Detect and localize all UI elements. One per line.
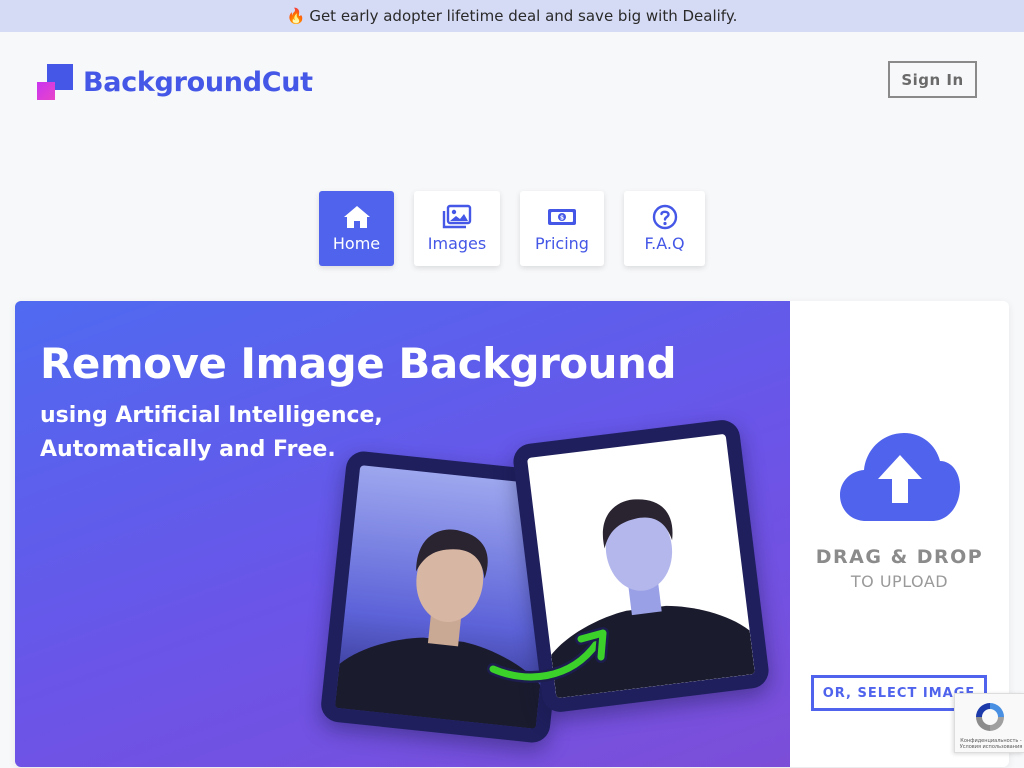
drag-drop-subtitle: TO UPLOAD <box>850 572 949 591</box>
brand-name: BackgroundCut <box>83 66 313 98</box>
arrow-icon <box>487 627 609 683</box>
recaptcha-icon <box>976 703 1004 731</box>
hero-section: Remove Image Background using Artificial… <box>15 301 1009 767</box>
nav-item-pricing[interactable]: $ Pricing <box>520 191 604 266</box>
header: BackgroundCut Sign In <box>0 32 1024 128</box>
cloud-upload-icon <box>840 433 960 521</box>
nav-label-pricing: Pricing <box>535 234 589 253</box>
home-icon <box>343 206 370 228</box>
nav-label-home: Home <box>332 234 381 253</box>
promo-text: Get early adopter lifetime deal and save… <box>309 7 738 25</box>
question-icon <box>652 204 677 230</box>
hero-subtitle: using Artificial Intelligence, Automatic… <box>40 399 383 467</box>
sign-in-button[interactable]: Sign In <box>888 61 977 98</box>
hero-banner: Remove Image Background using Artificial… <box>15 301 790 767</box>
hero-subtitle-line1: using Artificial Intelligence, <box>40 403 383 428</box>
nav-item-home[interactable]: Home <box>319 191 394 266</box>
svg-text:$: $ <box>560 215 564 222</box>
money-icon: $ <box>548 209 576 225</box>
hero-title: Remove Image Background <box>40 339 677 388</box>
fire-icon: 🔥 <box>286 7 306 25</box>
nav-item-images[interactable]: Images <box>414 191 500 266</box>
recaptcha-badge[interactable]: Конфиденциальность - Условия использован… <box>954 693 1024 753</box>
logo-link[interactable]: BackgroundCut <box>37 64 313 100</box>
drag-drop-title: DRAG & DROP <box>815 546 984 568</box>
main-nav: Home Images $ Pricing F.A.Q <box>0 191 1024 267</box>
hero-subtitle-line2: Automatically and Free. <box>40 437 336 462</box>
images-icon <box>442 204 472 229</box>
promo-bar[interactable]: 🔥 Get early adopter lifetime deal and sa… <box>0 0 1024 32</box>
nav-item-faq[interactable]: F.A.Q <box>624 191 705 266</box>
nav-label-faq: F.A.Q <box>644 234 685 253</box>
logo-icon <box>37 64 73 100</box>
recaptcha-text[interactable]: Конфиденциальность - Условия использован… <box>957 738 1024 750</box>
nav-label-images: Images <box>427 234 487 253</box>
